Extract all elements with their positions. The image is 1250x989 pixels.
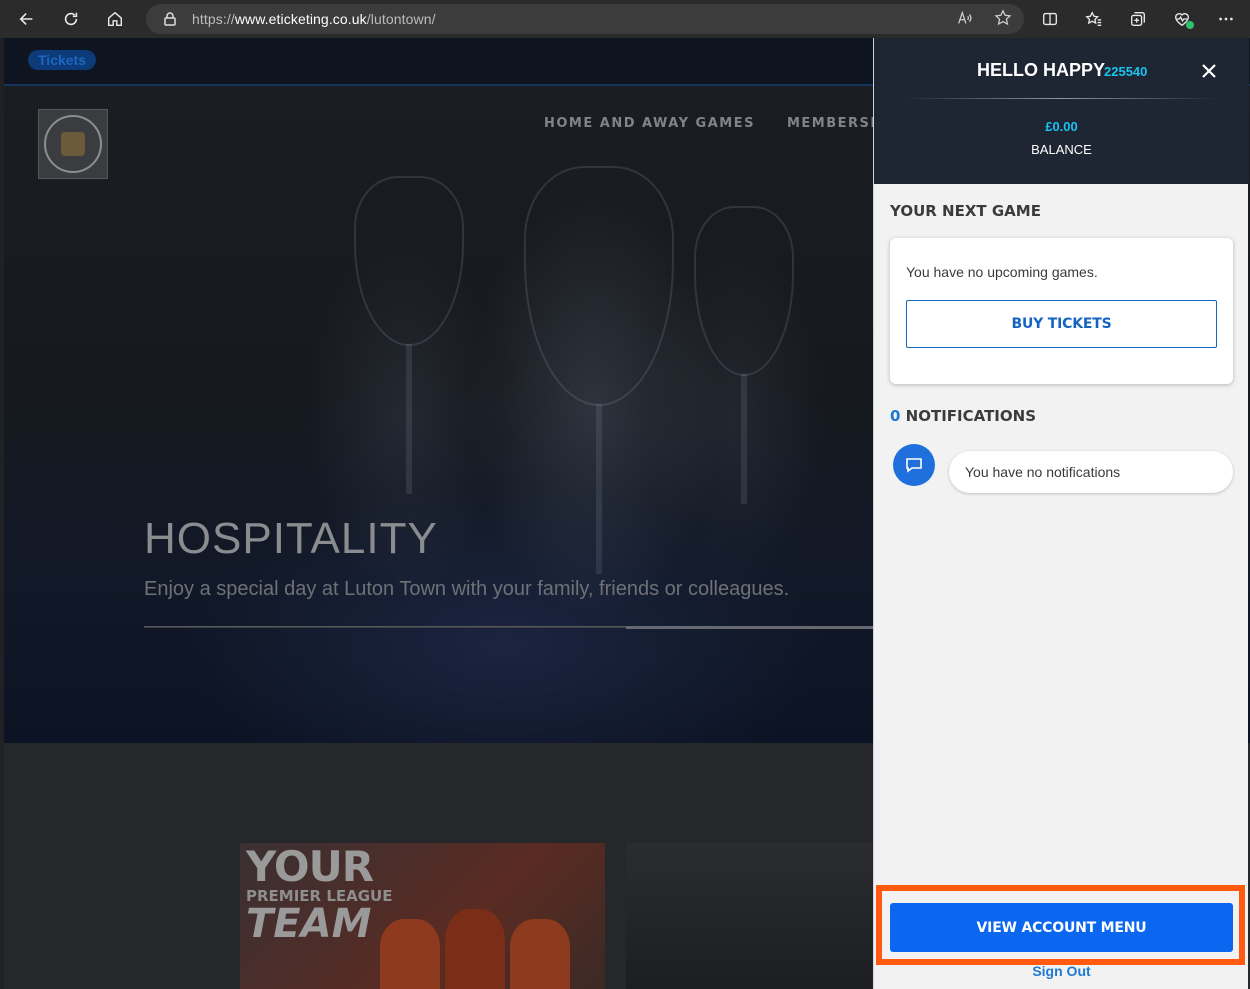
wine-glass-image — [354, 176, 464, 346]
next-game-card: You have no upcoming games. BUY TICKETS — [890, 238, 1233, 384]
home-icon — [107, 11, 123, 27]
back-arrow-icon — [19, 13, 33, 25]
balance-value: £0.00 — [1045, 119, 1078, 134]
favorite-star-icon[interactable] — [994, 9, 1012, 27]
club-logo[interactable] — [38, 109, 108, 179]
player-figure — [380, 919, 440, 989]
notifications-title: 0 NOTIFICATIONS — [890, 407, 1036, 425]
settings-more-button[interactable] — [1208, 1, 1244, 37]
split-screen-button[interactable] — [1032, 1, 1068, 37]
player-figure — [510, 919, 570, 989]
promo-card-team[interactable]: YOUR PREMIER LEAGUE TEAM — [240, 843, 605, 989]
browser-toolbar: https://www.eticketing.co.uk/lutontown/ — [0, 0, 1250, 38]
url-scheme: https:// — [192, 11, 235, 27]
notifications-label: NOTIFICATIONS — [905, 407, 1036, 425]
account-number: 225540 — [1104, 64, 1148, 79]
header-divider — [904, 98, 1219, 99]
tickets-link[interactable]: Tickets — [28, 50, 96, 70]
glass-stem — [741, 374, 747, 504]
hero-title: HOSPITALITY — [144, 514, 438, 563]
greeting: HELLO HAPPY — [977, 60, 1106, 80]
notifications-count: 0 — [890, 407, 901, 425]
collections-button[interactable] — [1120, 1, 1156, 37]
close-panel-button[interactable] — [1196, 58, 1222, 84]
glass-stem — [406, 344, 412, 494]
favorites-button[interactable] — [1076, 1, 1112, 37]
url-path: /lutontown/ — [366, 11, 436, 27]
panel-header: HELLO HAPPY 225540 £0.00 BALANCE — [874, 38, 1249, 184]
nav-home-away-games[interactable]: HOME AND AWAY GAMES — [544, 116, 755, 131]
url-text: https://www.eticketing.co.uk/lutontown/ — [192, 11, 436, 27]
promo-line-1: YOUR — [246, 843, 374, 891]
home-button[interactable] — [96, 0, 134, 38]
next-game-message: You have no upcoming games. — [906, 264, 1098, 280]
refresh-button[interactable] — [52, 0, 90, 38]
split-screen-icon — [1043, 12, 1057, 26]
balance-label: BALANCE — [1031, 142, 1092, 157]
buy-tickets-button[interactable]: BUY TICKETS — [906, 300, 1217, 348]
notifications-message: You have no notifications — [949, 451, 1233, 493]
refresh-icon — [64, 12, 78, 26]
url-host: www.eticketing.co.uk — [234, 11, 367, 27]
status-dot — [1186, 21, 1194, 29]
account-panel: HELLO HAPPY 225540 £0.00 BALANCE YOUR NE… — [873, 38, 1249, 989]
back-button[interactable] — [8, 0, 46, 38]
lock-icon — [164, 12, 176, 26]
promo-line-3: TEAM — [246, 901, 372, 947]
glass-stem — [596, 404, 602, 574]
browser-essentials-button[interactable] — [1164, 1, 1200, 37]
address-bar[interactable]: https://www.eticketing.co.uk/lutontown/ — [146, 4, 1024, 34]
collections-icon — [1131, 12, 1145, 26]
player-figure — [445, 909, 505, 989]
wine-glass-image — [524, 166, 674, 406]
next-game-title: YOUR NEXT GAME — [890, 202, 1041, 220]
wine-glass-image — [694, 206, 794, 376]
close-icon — [1202, 64, 1216, 78]
club-crest-icon — [44, 115, 102, 173]
favorites-icon — [1085, 11, 1102, 26]
chat-bubble-icon — [893, 444, 935, 486]
sign-out-link[interactable]: Sign Out — [874, 963, 1249, 979]
hero-progress-line — [144, 626, 874, 629]
hero-subtitle: Enjoy a special day at Luton Town with y… — [144, 578, 790, 600]
read-aloud-icon[interactable] — [956, 9, 974, 27]
more-dots-icon — [1219, 17, 1233, 21]
view-account-menu-button[interactable]: VIEW ACCOUNT MENU — [890, 903, 1233, 952]
promo-card-hospitality[interactable] — [626, 843, 872, 989]
